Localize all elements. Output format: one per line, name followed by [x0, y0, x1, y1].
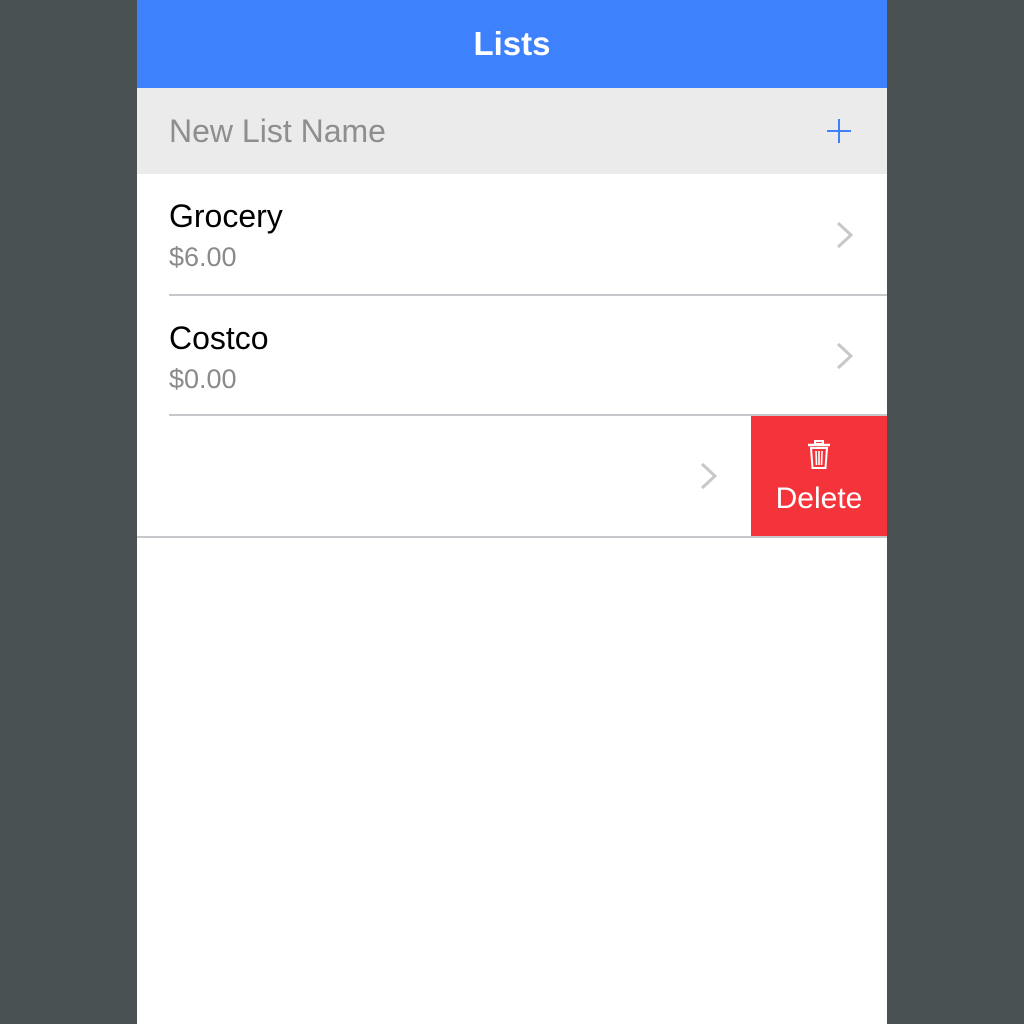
plus-icon: [827, 119, 851, 143]
new-list-bar: [137, 88, 887, 174]
list-name: Costco: [169, 320, 269, 356]
add-list-button[interactable]: [817, 111, 861, 151]
app-screen: Lists Grocery $6.00 Costco $0.00: [137, 0, 887, 1024]
list-row-grocery[interactable]: Grocery $6.00: [137, 174, 887, 295]
navigation-bar: Lists: [137, 0, 887, 88]
delete-button[interactable]: Delete: [751, 416, 887, 536]
chevron-right-icon: [700, 462, 718, 490]
chevron-right-icon: [836, 221, 854, 249]
page-title: Lists: [473, 25, 551, 62]
list-row-costco[interactable]: Costco $0.00: [137, 296, 887, 417]
list-total: $6.00: [169, 242, 237, 272]
row-separator: [137, 536, 887, 538]
chevron-right-icon: [836, 342, 854, 370]
trash-icon: [808, 440, 830, 469]
list-row-swiped[interactable]: [137, 416, 751, 537]
list-name: Grocery: [169, 198, 283, 234]
delete-label: Delete: [775, 482, 863, 515]
new-list-name-input[interactable]: [169, 88, 789, 174]
list-total: $0.00: [169, 364, 237, 394]
